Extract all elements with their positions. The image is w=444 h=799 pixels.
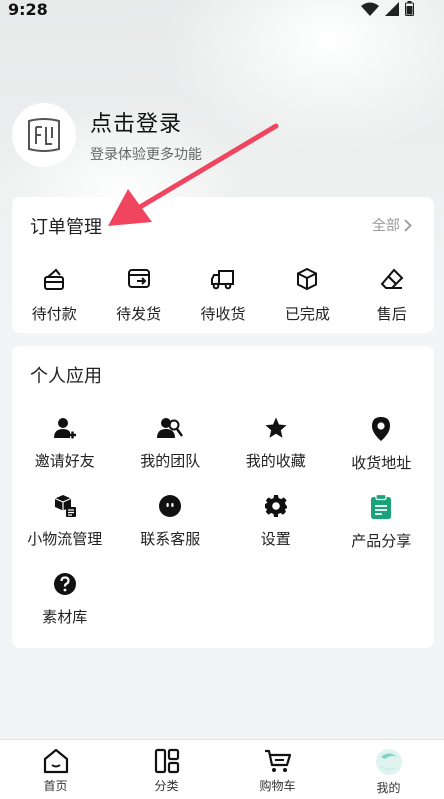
personal-apps-card: 个人应用 邀请好友 我的团队 我的收藏 收货地址 小物流管理 联系客服 设置 产… [12,346,434,648]
app-label: 我的收藏 [245,452,306,470]
signal-icon [385,1,399,16]
view-all-orders-link[interactable]: 全部 [372,215,412,235]
order-management-card: 订单管理 全部 待付款 待发货 待收货 已完成 售后 [12,197,434,333]
order-completed[interactable]: 已完成 [265,267,349,324]
star-icon [265,417,287,438]
app-product-share[interactable]: 产品分享 [329,494,435,572]
order-item-label: 待发货 [116,305,162,323]
app-label: 我的团队 [140,452,201,470]
wifi-icon [361,2,379,16]
avatar[interactable] [12,103,76,167]
personal-apps-title: 个人应用 [30,366,102,387]
login-title[interactable]: 点击登录 [90,106,202,138]
app-logistics-management[interactable]: 小物流管理 [12,494,118,572]
location-pin-icon [372,417,391,441]
app-invite-friends[interactable]: 邀请好友 [12,416,118,494]
order-management-title: 订单管理 [30,217,102,238]
app-label: 小物流管理 [27,530,103,548]
order-item-label: 售后 [376,305,407,323]
tab-label: 首页 [43,779,68,793]
logo-icon [28,118,60,152]
order-after-sales[interactable]: 售后 [350,267,434,324]
app-label: 联系客服 [140,530,201,548]
me-icon [375,749,402,775]
service-face-icon [159,495,182,517]
package-check-icon [297,267,318,291]
add-user-icon [53,418,76,439]
app-label: 产品分享 [351,532,412,550]
ship-box-icon [127,269,150,288]
order-pending-ship[interactable]: 待发货 [96,267,180,324]
order-item-label: 待付款 [31,305,77,323]
order-pending-payment[interactable]: 待付款 [12,267,96,324]
logistics-box-icon [54,495,76,517]
bottom-tab-bar: 首页 分类 购物车 我的 [0,739,444,799]
chevron-right-icon [404,218,412,232]
wallet-icon [44,268,65,290]
app-label: 收货地址 [351,454,412,472]
tab-category[interactable]: 分类 [111,740,222,799]
app-label: 设置 [260,530,291,548]
truck-icon [210,270,234,290]
status-time: 9:28 [8,0,48,19]
category-icon [154,748,179,774]
battery-icon [405,1,414,16]
app-shipping-address[interactable]: 收货地址 [329,416,435,494]
app-label: 素材库 [42,608,88,626]
login-profile[interactable]: 点击登录 登录体验更多功能 [12,103,202,167]
tab-label: 购物车 [259,779,296,793]
login-subtitle: 登录体验更多功能 [90,147,202,163]
app-customer-service[interactable]: 联系客服 [118,494,224,572]
clipboard-icon [371,494,392,519]
cart-icon [264,749,291,772]
gear-icon [264,495,287,517]
tab-label: 分类 [154,779,179,793]
tab-home[interactable]: 首页 [0,740,111,799]
order-item-label: 待收货 [200,305,246,323]
tab-label: 我的 [376,781,401,795]
tab-me[interactable]: 我的 [333,740,444,799]
status-bar: 9:28 [0,0,444,22]
eraser-icon [380,268,404,289]
home-icon [43,748,68,774]
app-label: 邀请好友 [34,452,95,470]
app-my-favorites[interactable]: 我的收藏 [223,416,329,494]
app-settings[interactable]: 设置 [223,494,329,572]
app-my-team[interactable]: 我的团队 [118,416,224,494]
question-icon [53,573,76,595]
order-pending-receive[interactable]: 待收货 [181,267,265,324]
tab-cart[interactable]: 购物车 [222,740,333,799]
app-material-library[interactable]: 素材库 [12,572,118,650]
order-item-label: 已完成 [284,305,330,323]
team-icon [157,418,184,438]
view-all-label: 全部 [372,218,400,234]
